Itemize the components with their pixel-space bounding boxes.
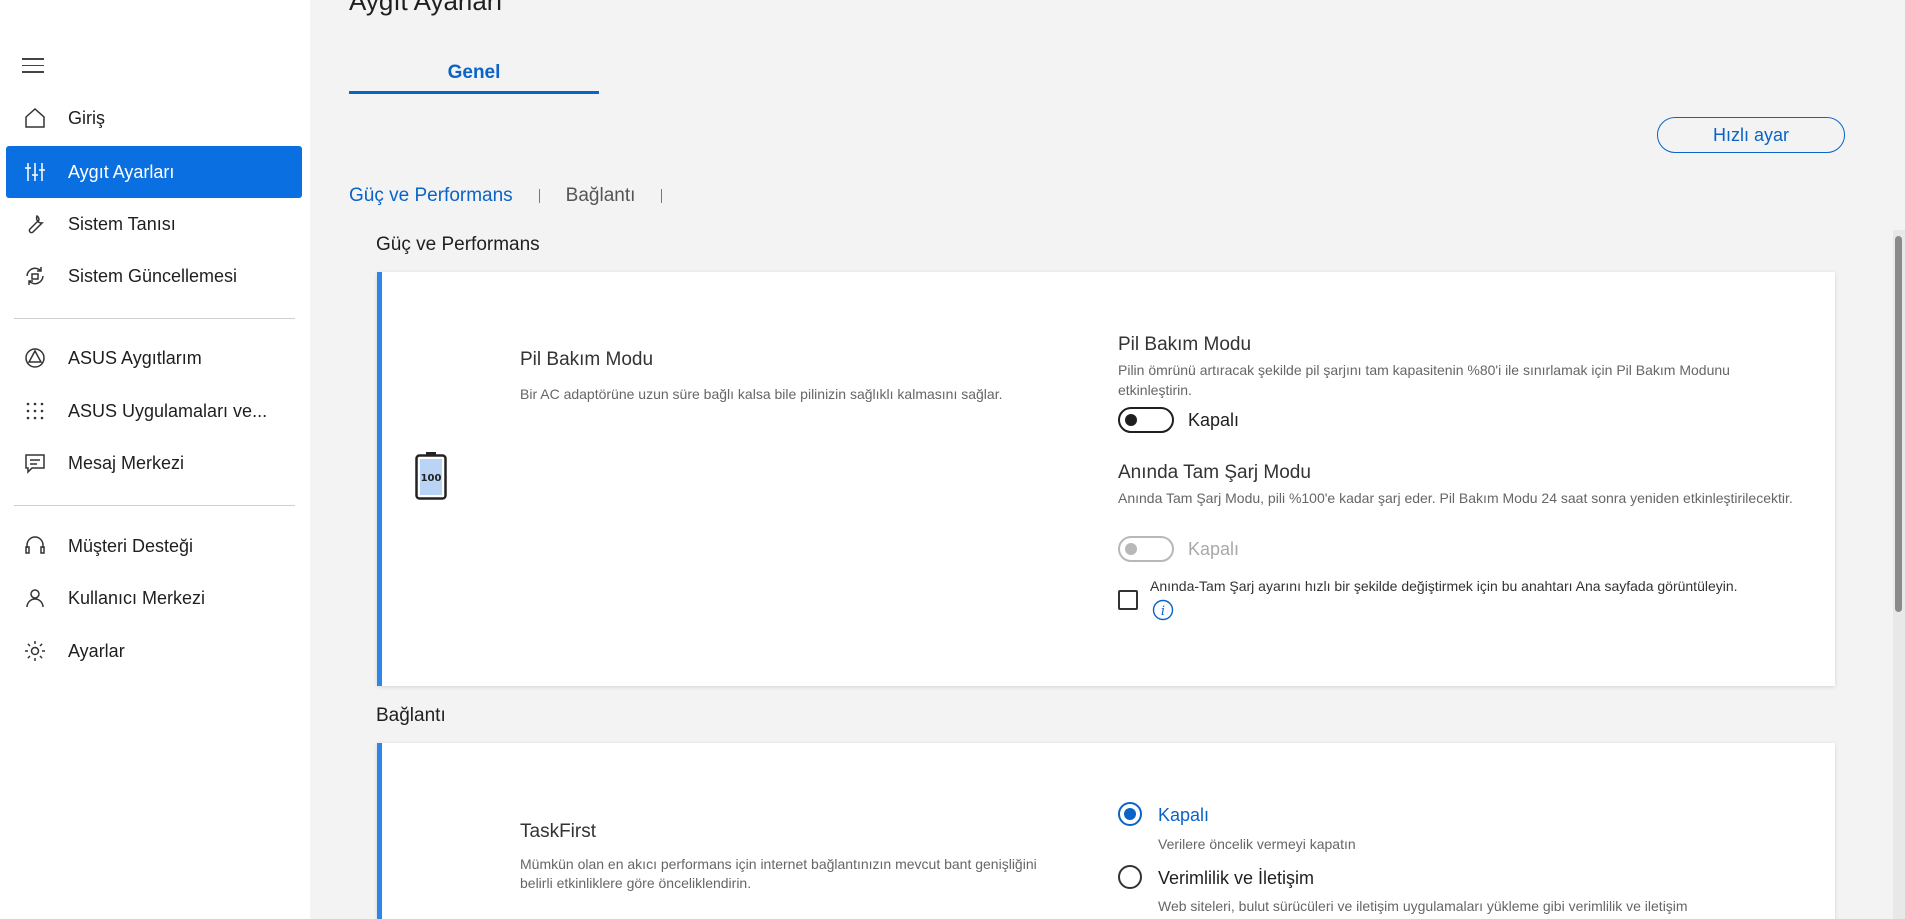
wrench-icon — [22, 211, 48, 237]
home-icon — [22, 105, 48, 131]
sidebar-item-home[interactable]: Giriş — [6, 92, 302, 144]
subtab-power-performance[interactable]: Güç ve Performans — [349, 185, 513, 207]
scrollbar-thumb[interactable] — [1895, 236, 1902, 612]
subtab-separator — [661, 189, 663, 203]
sidebar-item-settings[interactable]: Ayarlar — [6, 625, 302, 677]
instant-charge-setting-title: Anında Tam Şarj Modu — [1118, 462, 1311, 483]
battery-level-text: 100 — [421, 473, 442, 484]
radio-off-label: Kapalı — [1158, 805, 1210, 825]
tab-general[interactable]: Genel — [349, 62, 599, 84]
radio-productivity[interactable] — [1118, 865, 1142, 889]
battery-care-setting-desc: Pilin ömrünü artıracak şekilde pil şarjı… — [1118, 362, 1730, 398]
sliders-icon — [22, 159, 48, 185]
sidebar-item-user-center[interactable]: Kullanıcı Merkezi — [6, 572, 302, 624]
sidebar-item-label: Müşteri Desteği — [68, 535, 194, 556]
info-icon[interactable]: i — [1152, 599, 1174, 621]
sub-tabs: Güç ve Performans Bağlantı — [349, 185, 688, 207]
quick-settings-button[interactable]: Hızlı ayar — [1657, 117, 1845, 153]
sidebar-divider — [14, 505, 295, 506]
subtab-connection[interactable]: Bağlantı — [566, 185, 636, 207]
message-icon — [22, 450, 48, 476]
hamburger-menu-icon[interactable] — [22, 58, 46, 76]
show-on-home-checkbox[interactable] — [1118, 590, 1138, 610]
svg-text:i: i — [1161, 604, 1165, 619]
sidebar-item-label: ASUS Aygıtlarım — [68, 347, 202, 368]
sidebar-item-asus-devices[interactable]: ASUS Aygıtlarım — [6, 332, 302, 384]
instant-charge-toggle[interactable] — [1118, 536, 1174, 562]
subtab-separator — [538, 189, 540, 203]
asus-devices-icon — [22, 345, 48, 371]
section-title-power: Güç ve Performans — [376, 234, 540, 255]
radio-productivity-label: Verimlilik ve İletişim — [1158, 868, 1315, 888]
instant-charge-setting-desc: Anında Tam Şarj Modu, pili %100'e kadar … — [1118, 490, 1793, 506]
gear-icon — [22, 638, 48, 664]
user-icon — [22, 585, 48, 611]
sidebar-item-label: Aygıt Ayarları — [68, 161, 175, 182]
sidebar-item-device-settings[interactable]: Aygıt Ayarları — [6, 146, 302, 198]
feature-description: Mümkün olan en akıcı performans için int… — [520, 856, 1037, 891]
main-content: Aygıt Ayarları Genel Hızlı ayar Güç ve P… — [310, 0, 1905, 919]
sidebar-item-label: Kullanıcı Merkezi — [68, 587, 206, 608]
sidebar-item-label: Mesaj Merkezi — [68, 452, 185, 473]
update-icon — [22, 263, 48, 289]
radio-off[interactable] — [1118, 802, 1142, 826]
sidebar-item-label: Sistem Güncellemesi — [68, 265, 238, 286]
tab-underline — [349, 91, 599, 94]
headset-icon — [22, 533, 48, 559]
show-on-home-label: Anında-Tam Şarj ayarını hızlı bir şekild… — [1150, 578, 1738, 594]
sidebar-item-label: Giriş — [68, 107, 105, 128]
battery-care-toggle-label: Kapalı — [1188, 410, 1240, 430]
sidebar-item-label: Ayarlar — [68, 640, 125, 661]
sidebar-divider — [14, 318, 295, 319]
feature-description: Bir AC adaptörüne uzun süre bağlı kalsa … — [520, 386, 1003, 402]
taskfirst-card: TaskFirst Mümkün olan en akıcı performan… — [377, 743, 1835, 919]
battery-care-toggle[interactable] — [1118, 407, 1174, 433]
page-title: Aygıt Ayarları — [349, 0, 503, 16]
feature-title: Pil Bakım Modu — [520, 349, 654, 370]
battery-icon: 100 — [415, 452, 447, 500]
sidebar-item-label: Sistem Tanısı — [68, 213, 176, 234]
battery-care-setting-title: Pil Bakım Modu — [1118, 334, 1252, 355]
battery-care-card: 100 Pil Bakım Modu Bir AC adaptörüne uzu… — [377, 272, 1835, 686]
radio-off-desc: Verilere öncelik vermeyi kapatın — [1158, 836, 1356, 852]
sidebar: Giriş Aygıt Ayarları Sistem Tanısı Siste… — [0, 0, 310, 919]
instant-charge-toggle-label: Kapalı — [1188, 539, 1240, 559]
section-title-connection: Bağlantı — [376, 705, 446, 726]
sidebar-item-system-update[interactable]: Sistem Güncellemesi — [6, 250, 302, 302]
radio-productivity-desc: Web siteleri, bulut sürücüleri ve iletiş… — [1158, 898, 1688, 914]
feature-title: TaskFirst — [520, 821, 596, 842]
sidebar-item-message-center[interactable]: Mesaj Merkezi — [6, 437, 302, 489]
sidebar-item-system-diagnosis[interactable]: Sistem Tanısı — [6, 198, 302, 250]
sidebar-item-label: ASUS Uygulamaları ve... — [68, 400, 268, 421]
sidebar-item-customer-support[interactable]: Müşteri Desteği — [6, 520, 302, 572]
apps-grid-icon — [22, 398, 48, 424]
sidebar-item-asus-apps[interactable]: ASUS Uygulamaları ve... — [6, 385, 302, 437]
